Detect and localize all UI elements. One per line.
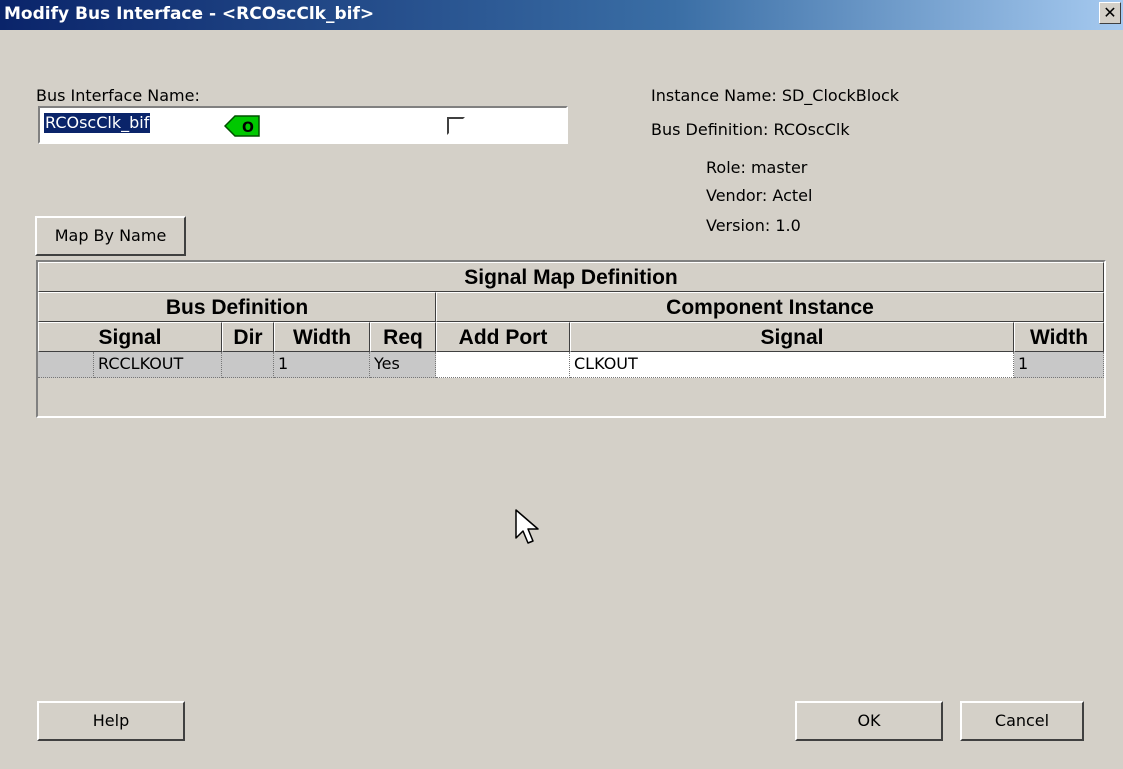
- column-header-req[interactable]: Req: [370, 322, 436, 352]
- add-port-checkbox[interactable]: [447, 117, 465, 135]
- cancel-button[interactable]: Cancel: [960, 701, 1084, 741]
- output-direction-icon: O: [224, 115, 260, 137]
- row-indicator-cell: [38, 352, 94, 378]
- column-header-signal[interactable]: Signal: [38, 322, 222, 352]
- width-cell: 1: [274, 352, 370, 378]
- title-bar: Modify Bus Interface - <RCOscClk_bif> ✕: [0, 0, 1123, 30]
- component-signal-cell[interactable]: CLKOUT: [570, 352, 1014, 378]
- version-text: Version: 1.0: [706, 216, 801, 235]
- help-button[interactable]: Help: [37, 701, 185, 741]
- instance-name-text: Instance Name: SD_ClockBlock: [651, 86, 900, 105]
- table-title: Signal Map Definition: [38, 262, 1104, 292]
- ok-button[interactable]: OK: [795, 701, 943, 741]
- bus-definition-text: Bus Definition: RCOscClk: [651, 120, 850, 139]
- column-header-component-signal[interactable]: Signal: [570, 322, 1014, 352]
- signal-map-grid: Signal Map Definition Bus Definition Com…: [36, 260, 1106, 418]
- column-header-width[interactable]: Width: [274, 322, 370, 352]
- close-icon[interactable]: ✕: [1099, 2, 1121, 24]
- bus-interface-name-value: RCOscClk_bif: [44, 113, 151, 133]
- req-cell: Yes: [370, 352, 436, 378]
- output-direction-letter: O: [242, 120, 254, 136]
- bus-definition-group-header: Bus Definition: [38, 292, 436, 322]
- window-title: Modify Bus Interface - <RCOscClk_bif>: [4, 4, 375, 24]
- column-header-component-width[interactable]: Width: [1014, 322, 1104, 352]
- vendor-text: Vendor: Actel: [706, 186, 813, 205]
- dir-cell: [222, 352, 274, 378]
- component-width-cell: 1: [1014, 352, 1104, 378]
- column-header-add-port[interactable]: Add Port: [436, 322, 570, 352]
- map-by-name-button[interactable]: Map By Name: [35, 216, 186, 256]
- role-text: Role: master: [706, 158, 808, 177]
- bus-interface-name-label: Bus Interface Name:: [36, 86, 200, 105]
- component-instance-group-header: Component Instance: [436, 292, 1104, 322]
- mouse-cursor-icon: [515, 509, 539, 544]
- bus-interface-name-input[interactable]: RCOscClk_bif: [38, 106, 568, 144]
- add-port-cell[interactable]: [436, 352, 570, 378]
- column-header-dir[interactable]: Dir: [222, 322, 274, 352]
- signal-cell: RCCLKOUT: [94, 352, 222, 378]
